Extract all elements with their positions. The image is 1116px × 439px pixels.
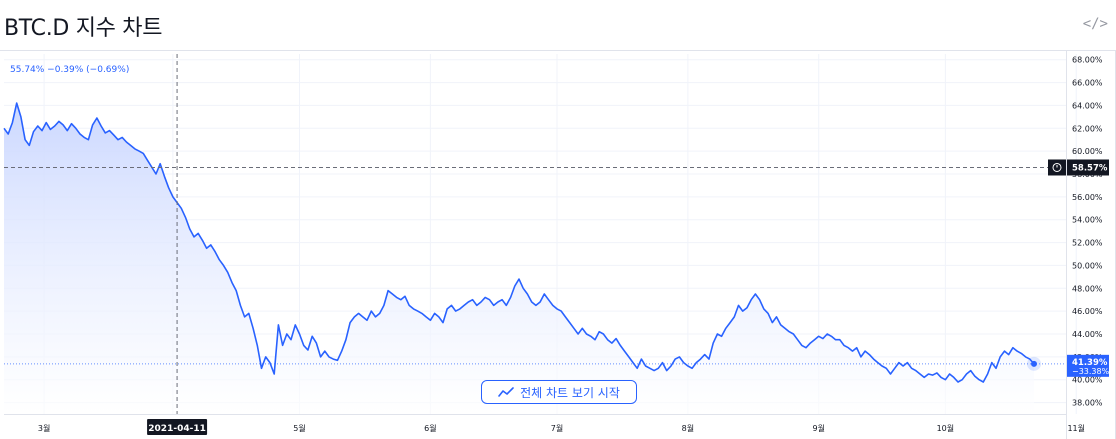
price-area <box>4 103 1034 414</box>
y-tick-label: 50.00% <box>1072 261 1103 270</box>
y-tick-label: 56.00% <box>1072 193 1103 202</box>
x-tick-label: 10월 <box>937 423 955 433</box>
x-tick-label: 7월 <box>551 423 563 433</box>
x-tick-label: 5월 <box>293 423 305 433</box>
crosshair-price-label: 58.57% <box>1072 163 1108 173</box>
x-tick-label: 3월 <box>38 423 50 433</box>
y-tick-label: 48.00% <box>1072 284 1103 293</box>
launch-full-chart-button[interactable]: 전체 차트 보기 시작 <box>481 380 637 404</box>
y-tick-label: 54.00% <box>1072 216 1103 225</box>
y-tick-label: 62.00% <box>1072 124 1103 133</box>
line-chart-icon <box>498 387 514 397</box>
last-point <box>1031 360 1037 367</box>
y-tick-label: 52.00% <box>1072 239 1103 248</box>
y-tick-label: 44.00% <box>1072 330 1103 339</box>
y-tick-label: 68.00% <box>1072 56 1103 65</box>
y-tick-label: 40.00% <box>1072 376 1103 385</box>
y-tick-label: 64.00% <box>1072 101 1103 110</box>
last-change-label: −33.38% <box>1072 367 1110 376</box>
crosshair-date-label: 2021-04-11 <box>148 424 206 434</box>
y-tick-label: 38.00% <box>1072 399 1103 408</box>
y-tick-label: 66.00% <box>1072 79 1103 88</box>
chart-legend: 55.74% −0.39% (−0.69%) <box>10 65 130 75</box>
y-tick-label: 60.00% <box>1072 147 1103 156</box>
x-tick-label: 11월 <box>1067 423 1085 433</box>
launch-full-chart-label: 전체 차트 보기 시작 <box>520 385 620 400</box>
y-tick-label: 46.00% <box>1072 307 1103 316</box>
price-chart[interactable]: 38.00%40.00%42.00%44.00%46.00%48.00%50.0… <box>0 0 1116 439</box>
x-tick-label: 6월 <box>424 423 436 433</box>
x-tick-label: 9월 <box>812 423 824 433</box>
x-tick-label: 8월 <box>682 423 694 433</box>
y-axis: 38.00%40.00%42.00%44.00%46.00%48.00%50.0… <box>1066 50 1103 439</box>
